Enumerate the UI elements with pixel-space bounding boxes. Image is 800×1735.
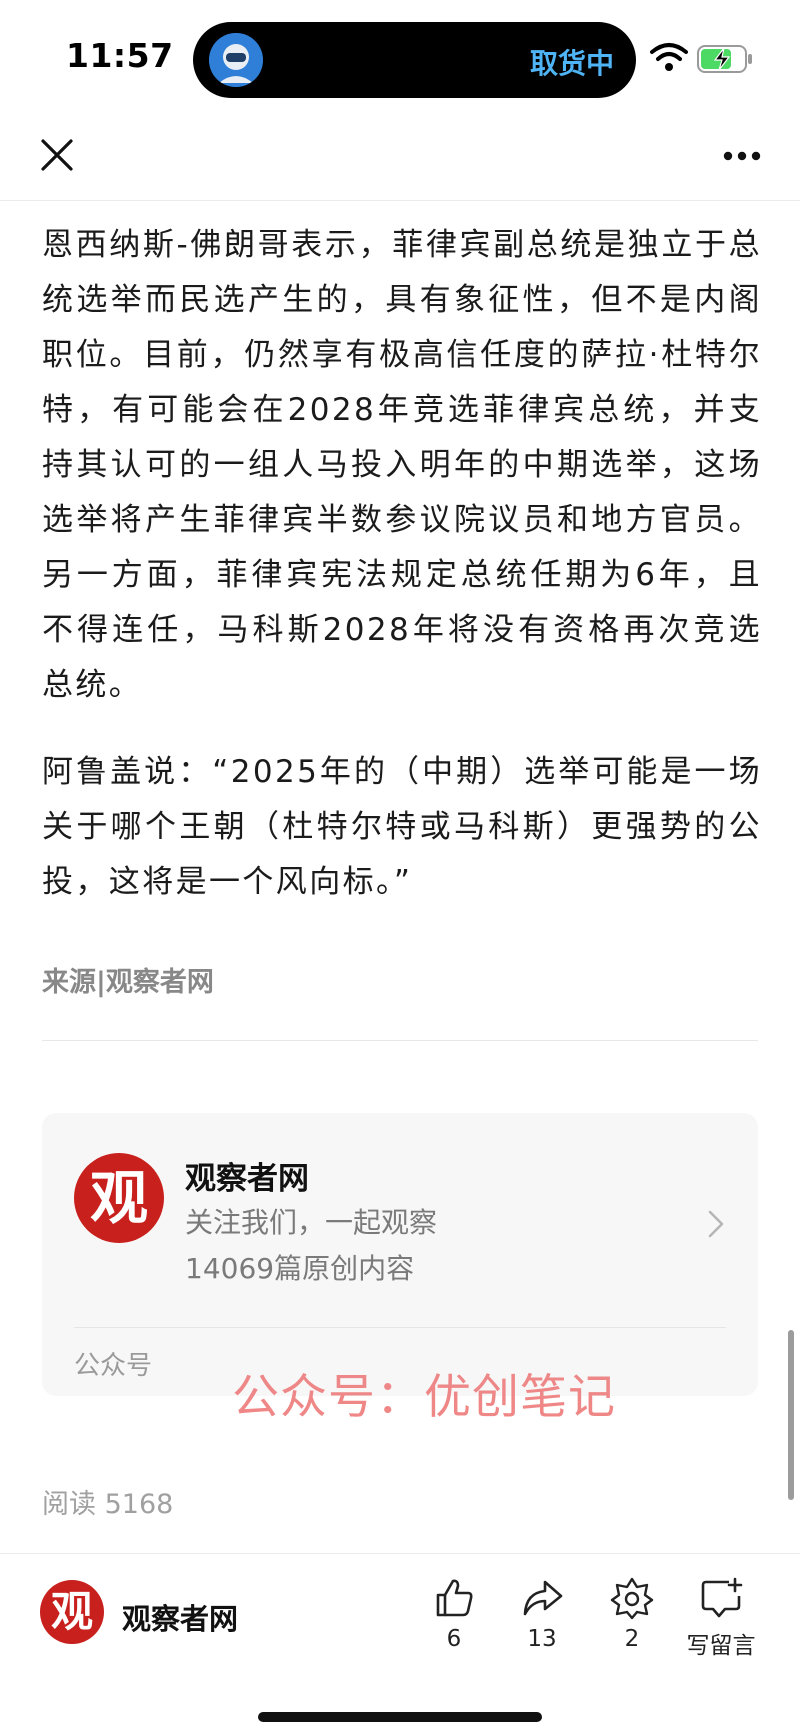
more-options-icon[interactable]	[722, 150, 762, 162]
status-time: 11:57	[66, 36, 174, 75]
chevron-right-icon	[708, 1210, 724, 1238]
article-paragraph: 恩西纳斯-佛朗哥表示，菲律宾副总统是独立于总统选举而民选产生的，具有象征性，但不…	[42, 227, 762, 703]
home-indicator[interactable]	[258, 1712, 542, 1722]
write-comment-label: 写留言	[686, 1633, 756, 1659]
toolbar-account-logo[interactable]: 观	[40, 1580, 104, 1644]
delivery-avatar-icon	[209, 33, 263, 87]
comment-add-icon	[701, 1577, 743, 1618]
divider	[42, 1040, 758, 1041]
share-button[interactable]: 13	[502, 1576, 582, 1652]
wifi-icon	[650, 43, 688, 71]
favorite-count: 2	[624, 1626, 640, 1652]
favorite-button[interactable]: 2	[592, 1576, 672, 1652]
island-activity-text: 取货中	[529, 47, 614, 80]
bottom-toolbar: 观 观察者网 6 13 2 写留言	[0, 1553, 800, 1735]
read-count: 阅读 5168	[42, 1489, 174, 1520]
like-count: 6	[446, 1626, 462, 1652]
status-bar: 11:57 取货中	[0, 0, 800, 110]
like-button[interactable]: 6	[414, 1576, 494, 1652]
account-type-label: 公众号	[74, 1351, 153, 1381]
write-comment-button[interactable]: 写留言	[681, 1576, 761, 1660]
dynamic-island[interactable]: 取货中	[193, 22, 636, 98]
wow-star-icon	[610, 1577, 654, 1620]
watermark-text: 公众号：优创笔记	[232, 1370, 616, 1425]
article-source: 来源|观察者网	[42, 967, 214, 998]
account-description: 关注我们，一起观察	[185, 1206, 438, 1239]
article-body: 恩西纳斯-佛朗哥表示，菲律宾副总统是独立于总统选举而民选产生的，具有象征性，但不…	[42, 218, 762, 910]
account-name: 观察者网	[185, 1161, 309, 1197]
toolbar-account-name[interactable]: 观察者网	[122, 1596, 238, 1638]
account-original-count: 14069篇原创内容	[185, 1252, 415, 1285]
account-logo: 观	[74, 1153, 164, 1243]
close-icon[interactable]	[38, 136, 76, 174]
share-count: 13	[527, 1626, 557, 1652]
card-divider	[74, 1327, 726, 1328]
article-paragraph: 阿鲁盖说：“2025年的（中期）选举可能是一场关于哪个王朝（杜特尔特或马科斯）更…	[42, 754, 762, 900]
nav-bar	[0, 110, 800, 201]
scrollbar[interactable]	[788, 1330, 794, 1500]
share-arrow-icon	[523, 1580, 563, 1616]
battery-charging-icon	[697, 45, 752, 73]
thumbs-up-icon	[436, 1579, 473, 1617]
account-card[interactable]: 观 观察者网 关注我们，一起观察 14069篇原创内容 公众号	[42, 1113, 758, 1396]
